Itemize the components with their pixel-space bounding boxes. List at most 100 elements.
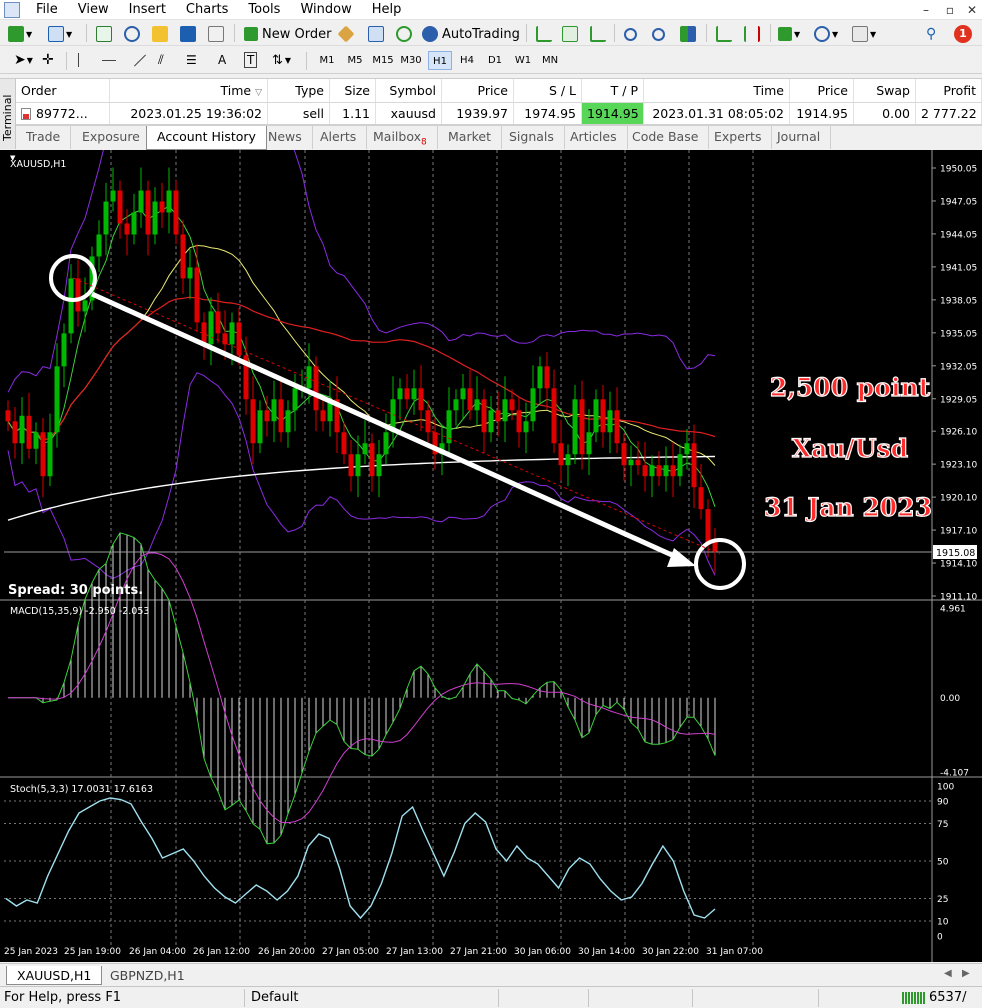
candlestick-button[interactable] bbox=[562, 24, 578, 44]
tp-cell: 1914.95 bbox=[582, 103, 644, 124]
tab-exposure[interactable]: Exposure bbox=[72, 126, 151, 149]
indicators-button[interactable]: ▼ bbox=[778, 24, 800, 44]
menu-window[interactable]: Window bbox=[290, 0, 361, 20]
chart-window[interactable]: 1950.05 1947.05 1944.05 1941.05 1938.05 1935.… bbox=[0, 150, 982, 962]
minimize-icon[interactable]: – bbox=[918, 2, 934, 18]
candle-body bbox=[117, 190, 123, 224]
fibonacci-button[interactable]: ☰ bbox=[186, 50, 197, 70]
tab-signals[interactable]: Signals bbox=[499, 126, 565, 149]
crosshair-button[interactable]: ✛ bbox=[42, 50, 54, 70]
notifications-button[interactable]: 1 bbox=[954, 24, 972, 44]
close-icon[interactable]: ✕ bbox=[964, 2, 980, 18]
vertical-line-button[interactable] bbox=[78, 50, 79, 70]
timeframe-d1[interactable]: D1 bbox=[483, 51, 507, 70]
terminal-side-tab[interactable]: Terminal bbox=[0, 79, 16, 149]
timeframe-m30[interactable]: M30 bbox=[399, 51, 423, 70]
candle-body bbox=[670, 465, 676, 477]
timeframe-mn[interactable]: MN bbox=[538, 51, 562, 70]
tab-news[interactable]: News bbox=[258, 126, 313, 149]
autotrading-button[interactable]: AutoTrading bbox=[422, 24, 520, 44]
timeframe-m5[interactable]: M5 bbox=[343, 51, 367, 70]
timeframe-m15[interactable]: M15 bbox=[371, 51, 395, 70]
col-sl[interactable]: S / L bbox=[514, 79, 582, 102]
periods-button[interactable]: ▼ bbox=[814, 24, 838, 44]
cursor-button[interactable]: ➤ ▼ bbox=[14, 50, 33, 70]
col-swap[interactable]: Swap bbox=[854, 79, 916, 102]
col-close-price[interactable]: Price bbox=[790, 79, 854, 102]
chart-tab-gbpnzd[interactable]: GBPNZD,H1 bbox=[100, 966, 195, 985]
new-order-button[interactable]: New Order bbox=[244, 24, 331, 44]
timeframe-h4[interactable]: H4 bbox=[455, 51, 479, 70]
menu-tools[interactable]: Tools bbox=[238, 0, 290, 20]
metaeditor-button[interactable] bbox=[337, 24, 355, 44]
col-tp[interactable]: T / P bbox=[582, 79, 644, 102]
trendline-button[interactable] bbox=[132, 50, 148, 70]
col-type[interactable]: Type bbox=[268, 79, 330, 102]
candle-body bbox=[411, 388, 417, 400]
timeframe-h1[interactable]: H1 bbox=[428, 51, 452, 70]
bar-chart-button[interactable] bbox=[536, 24, 552, 44]
autoscroll-button[interactable] bbox=[716, 24, 732, 44]
timeframe-m1[interactable]: M1 bbox=[315, 51, 339, 70]
new-chart-button[interactable]: ▼ bbox=[8, 24, 32, 44]
col-close-time[interactable]: Time bbox=[644, 79, 790, 102]
tab-experts[interactable]: Experts bbox=[704, 126, 773, 149]
terminal-button[interactable] bbox=[180, 24, 196, 44]
restore-icon[interactable]: ▫ bbox=[942, 2, 958, 18]
tab-code-base[interactable]: Code Base bbox=[622, 126, 710, 149]
menu-file[interactable]: File bbox=[26, 0, 68, 20]
zoom-in-button[interactable] bbox=[624, 24, 637, 44]
search-button[interactable]: ⚲ bbox=[926, 24, 936, 44]
horizontal-line-button[interactable] bbox=[102, 50, 116, 70]
line-chart-button[interactable] bbox=[590, 24, 606, 44]
navigator-button[interactable] bbox=[152, 24, 168, 44]
tab-mailbox[interactable]: Mailbox8 bbox=[363, 126, 438, 149]
candle-body bbox=[453, 399, 459, 411]
scroll-left-icon[interactable]: ◀ bbox=[944, 968, 952, 979]
col-order[interactable]: Order bbox=[16, 79, 110, 102]
timeframe-w1[interactable]: W1 bbox=[511, 51, 535, 70]
menu-view[interactable]: View bbox=[68, 0, 119, 20]
col-symbol[interactable]: Symbol bbox=[376, 79, 442, 102]
menu-help[interactable]: Help bbox=[362, 0, 412, 20]
app-icon bbox=[4, 1, 20, 18]
signals-button[interactable] bbox=[396, 24, 412, 44]
candle-body bbox=[313, 366, 319, 411]
chart-menu-arrow-icon[interactable]: ▼ bbox=[10, 154, 16, 162]
zoom-out-button[interactable] bbox=[652, 24, 665, 44]
tab-journal[interactable]: Journal bbox=[767, 126, 832, 149]
text-button[interactable]: A bbox=[218, 50, 226, 70]
candle-body bbox=[222, 333, 228, 345]
candle-body bbox=[19, 415, 25, 444]
table-row[interactable]: 89772... 2023.01.25 19:36:02 sell 1.11 x… bbox=[16, 103, 982, 125]
text-icon: A bbox=[218, 53, 227, 67]
col-time[interactable]: Time ▽ bbox=[110, 79, 268, 102]
chart-canvas[interactable]: 1950.05 1947.05 1944.05 1941.05 1938.05 1935.… bbox=[0, 150, 982, 962]
chat-button[interactable] bbox=[368, 24, 384, 44]
tile-windows-button[interactable] bbox=[680, 24, 696, 44]
chat-icon bbox=[368, 26, 384, 42]
text-label-button[interactable]: T bbox=[244, 50, 258, 70]
col-size[interactable]: Size bbox=[330, 79, 376, 102]
chart-shift-button[interactable] bbox=[744, 24, 760, 44]
scroll-right-icon[interactable]: ▶ bbox=[962, 968, 970, 979]
channel-button[interactable]: ⫽ bbox=[158, 50, 164, 70]
tab-articles[interactable]: Articles bbox=[560, 126, 628, 149]
tab-alerts[interactable]: Alerts bbox=[310, 126, 368, 149]
arrows-button[interactable]: ⇅ ▼ bbox=[272, 50, 291, 70]
profiles-button[interactable]: ▼ bbox=[48, 24, 72, 44]
col-price[interactable]: Price bbox=[442, 79, 514, 102]
tester-button[interactable] bbox=[208, 24, 224, 44]
tab-market[interactable]: Market bbox=[438, 126, 502, 149]
price-tick-label: 1917.10 bbox=[940, 527, 977, 537]
col-profit[interactable]: Profit bbox=[916, 79, 982, 102]
templates-button[interactable]: ▼ bbox=[852, 24, 876, 44]
market-watch-button[interactable] bbox=[96, 24, 112, 44]
menu-insert[interactable]: Insert bbox=[119, 0, 176, 20]
chart-tab-xauusd[interactable]: XAUUSD,H1 bbox=[6, 966, 103, 985]
status-bar: For Help, press F1 Default 6537/ bbox=[0, 986, 982, 1008]
menu-charts[interactable]: Charts bbox=[176, 0, 239, 20]
data-window-button[interactable] bbox=[124, 24, 140, 44]
tab-account-history[interactable]: Account History bbox=[146, 126, 267, 150]
tab-trade[interactable]: Trade bbox=[16, 126, 72, 149]
